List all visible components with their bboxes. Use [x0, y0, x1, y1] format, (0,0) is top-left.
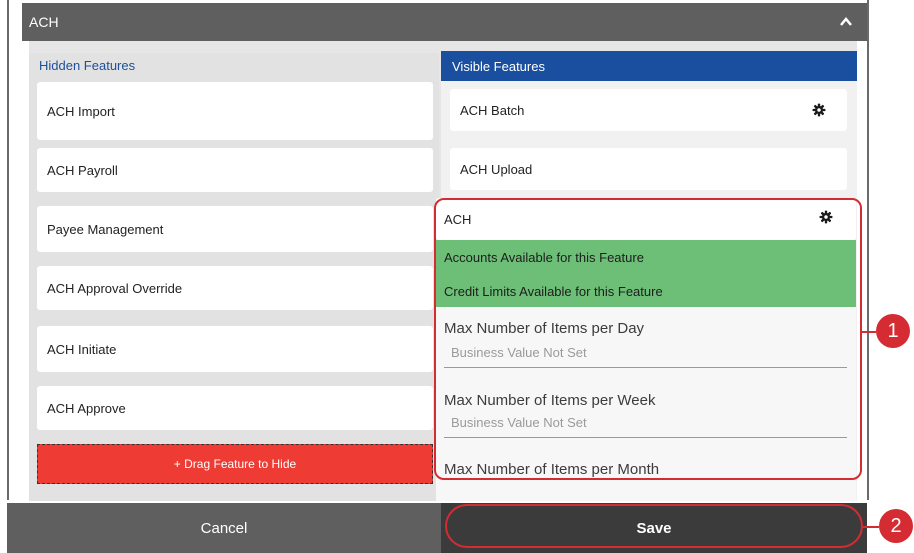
frame-left-border: [7, 0, 9, 500]
hidden-feature-item[interactable]: Payee Management: [37, 206, 433, 252]
visible-feature-item[interactable]: ACH Upload: [450, 148, 847, 190]
hidden-feature-item[interactable]: ACH Approve: [37, 386, 433, 430]
hidden-feature-item[interactable]: ACH Initiate: [37, 326, 433, 372]
callout-outline-save: [445, 504, 863, 548]
drag-to-hide-dropzone[interactable]: + Drag Feature to Hide: [37, 444, 433, 484]
hidden-feature-item[interactable]: ACH Approval Override: [37, 266, 433, 310]
feature-label: Payee Management: [47, 221, 164, 237]
ach-panel-header[interactable]: ACH: [22, 3, 867, 41]
feature-label: ACH Upload: [460, 161, 533, 177]
cancel-button[interactable]: Cancel: [7, 503, 441, 553]
callout-badge-2: 2: [879, 509, 913, 543]
gear-icon[interactable]: [812, 103, 826, 117]
hidden-feature-item[interactable]: ACH Payroll: [37, 148, 433, 192]
callout-connector: [863, 526, 879, 528]
hidden-feature-item[interactable]: ACH Import: [37, 82, 433, 140]
visible-features-header: Visible Features: [441, 51, 857, 81]
hidden-features-title: Hidden Features: [39, 58, 136, 73]
feature-label: ACH Approve: [47, 400, 126, 416]
chevron-up-icon[interactable]: [839, 15, 853, 29]
visible-feature-item[interactable]: ACH Batch: [450, 89, 847, 131]
frame-right-border: [867, 0, 869, 500]
dropzone-label: + Drag Feature to Hide: [173, 457, 297, 471]
panel-title: ACH: [29, 14, 59, 30]
feature-label: ACH Approval Override: [47, 280, 183, 296]
callout-connector: [862, 331, 876, 333]
callout-badge-1: 1: [876, 314, 910, 348]
callout-outline-settings: [434, 198, 862, 480]
feature-config-screen: ACH Hidden Features ACH Import ACH Payro…: [0, 0, 914, 553]
visible-features-title: Visible Features: [452, 58, 545, 74]
feature-label: ACH Batch: [460, 102, 525, 118]
feature-label: ACH Initiate: [47, 341, 117, 357]
feature-label: ACH Payroll: [47, 162, 118, 178]
cancel-label: Cancel: [200, 519, 248, 537]
feature-label: ACH Import: [47, 103, 115, 119]
